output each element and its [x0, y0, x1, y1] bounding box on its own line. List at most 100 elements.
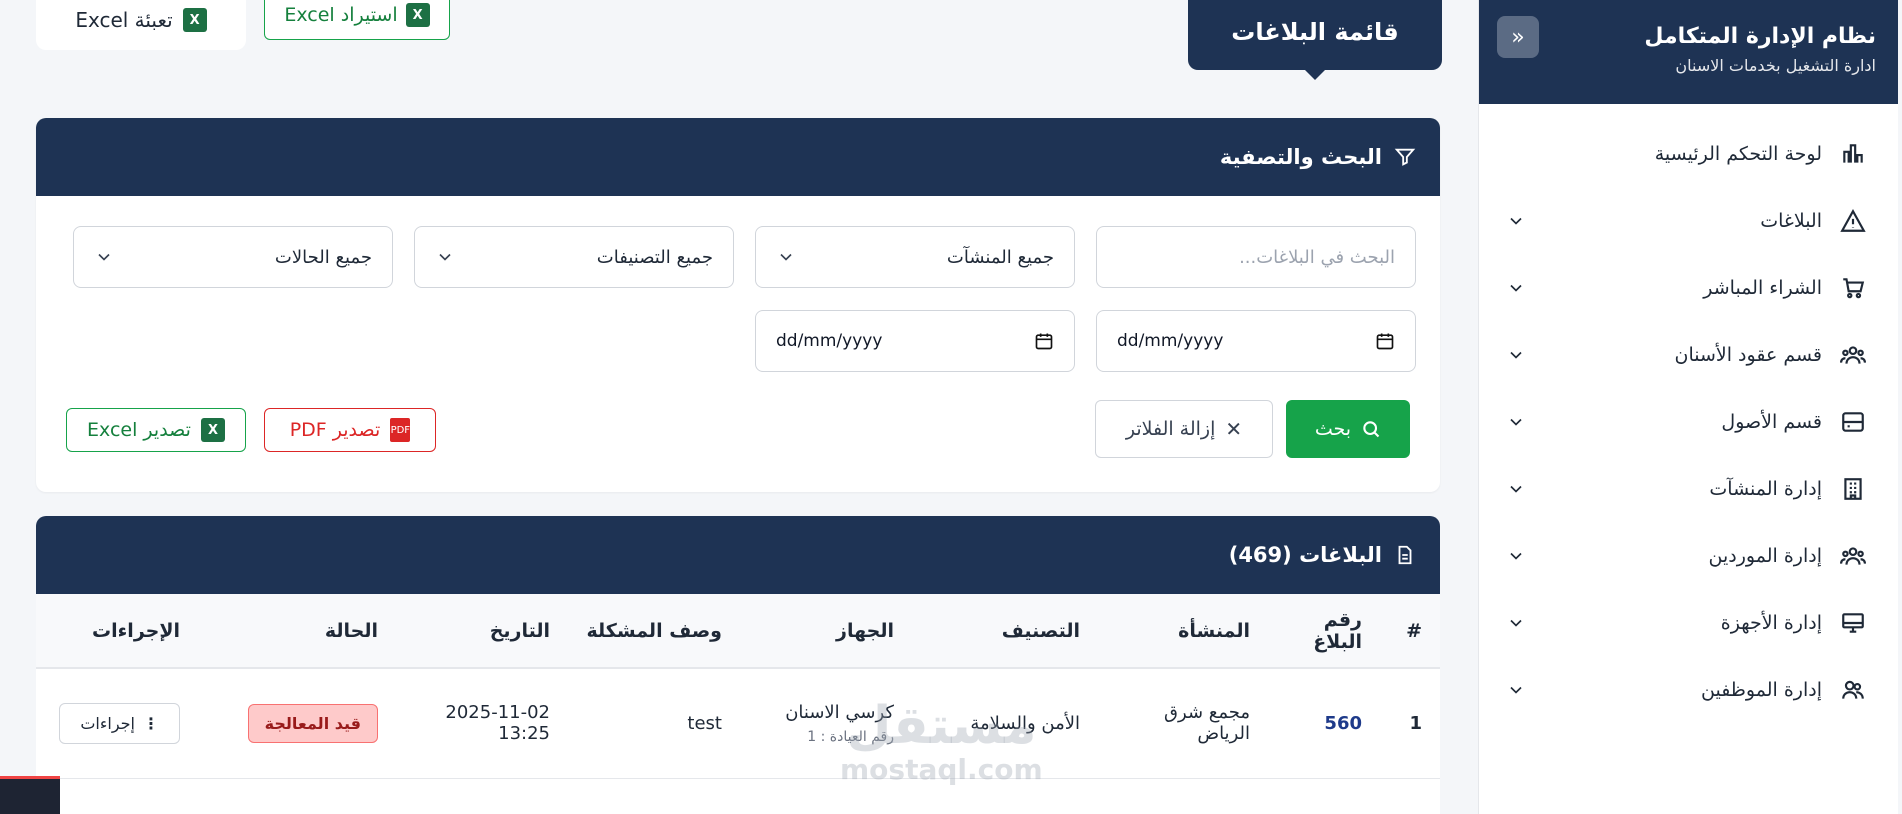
chevron-down-icon	[1501, 211, 1531, 231]
row-actions: ⋮ إجراءات	[36, 668, 198, 779]
sidebar-item-label: إدارة الموردين	[1708, 544, 1822, 567]
sidebar-item-label: لوحة التحكم الرئيسية	[1654, 142, 1822, 165]
facility-select-value: جميع المنشآت	[946, 246, 1054, 268]
excel-icon: X	[405, 3, 430, 27]
filter-card: البحث والتصفية البحث في البلاغات... جميع…	[36, 118, 1440, 492]
search-icon	[1363, 421, 1380, 438]
excel-icon: X	[182, 8, 207, 32]
chevron-down-icon	[98, 253, 110, 261]
cart-icon	[1838, 273, 1868, 303]
chevron-down-icon	[1501, 345, 1531, 365]
reports-table-card: البلاغات (469) # رقم البلاغ المنشأة التص…	[36, 516, 1440, 814]
monitor-icon	[1838, 608, 1868, 638]
col-actions: الإجراءات	[36, 594, 198, 669]
date-to-input[interactable]: dd/mm/yyyy	[755, 310, 1075, 372]
col-status: الحالة	[198, 594, 396, 669]
fill-excel-button[interactable]: X تعبئة Excel	[36, 0, 246, 50]
double-chevron-icon: «	[1511, 24, 1525, 50]
sidebar-item-facilities[interactable]: إدارة المنشآت	[1479, 455, 1898, 522]
status-badge: قيد المعالجة	[247, 703, 378, 743]
chevron-down-icon	[1501, 613, 1531, 633]
chevron-down-icon	[1501, 546, 1531, 566]
app-subtitle: ادارة التشغيل بخدمات الاسنان	[1675, 56, 1876, 75]
chevron-down-icon	[1501, 479, 1531, 499]
sidebar-item-assets[interactable]: قسم الأصول	[1479, 388, 1898, 455]
filter-icon	[1394, 148, 1416, 166]
sidebar-header: نظام الإدارة المتكامل ادارة التشغيل بخدم…	[1479, 0, 1898, 104]
search-button[interactable]: بحث	[1286, 400, 1410, 458]
sidebar-menu: لوحة التحكم الرئيسية البلاغات الشراء الم…	[1479, 104, 1898, 723]
fill-excel-label: تعبئة Excel	[75, 8, 173, 32]
sidebar-item-label: إدارة الأجهزة	[1720, 611, 1822, 634]
filter-heading: البحث والتصفية	[1219, 145, 1382, 169]
users-icon	[1838, 340, 1868, 370]
status-select-value: جميع الحالات	[274, 246, 372, 268]
excel-icon: X	[200, 418, 225, 442]
chevron-down-icon	[1501, 278, 1531, 298]
status-select[interactable]: جميع الحالات	[73, 226, 393, 288]
export-pdf-button[interactable]: PDF تصدير PDF	[264, 408, 436, 452]
table-row[interactable]: 1 560 مجمع شرق الرياض الأمن والسلامة كرس…	[36, 668, 1440, 779]
sidebar-item-label: الشراء المباشر	[1703, 276, 1822, 299]
import-excel-button[interactable]: X استيراد Excel	[264, 0, 450, 40]
row-facility: مجمع شرق الرياض	[1098, 668, 1268, 779]
col-device: الجهاز	[740, 594, 912, 669]
sidebar-item-devices[interactable]: إدارة الأجهزة	[1479, 589, 1898, 656]
export-pdf-label: تصدير PDF	[289, 419, 381, 441]
col-facility: المنشأة	[1098, 594, 1268, 669]
table-head-row: # رقم البلاغ المنشأة التصنيف الجهاز وصف …	[36, 594, 1440, 669]
filter-header: البحث والتصفية	[36, 118, 1440, 196]
actions-button[interactable]: ⋮ إجراءات	[59, 702, 180, 744]
row-description: test	[568, 668, 740, 779]
category-select[interactable]: جميع التصنيفات	[414, 226, 734, 288]
calendar-icon[interactable]	[1375, 331, 1395, 351]
users-icon	[1838, 541, 1868, 571]
sidebar-item-label: إدارة الموظفين	[1701, 678, 1822, 701]
export-excel-button[interactable]: X تصدير Excel	[66, 408, 246, 452]
page-title: قائمة البلاغات	[1188, 0, 1442, 80]
clear-filters-label: إزالة الفلاتر	[1125, 418, 1216, 440]
sidebar-item-suppliers[interactable]: إدارة الموردين	[1479, 522, 1898, 589]
debug-badge[interactable]	[0, 776, 60, 814]
user-group-icon	[1838, 675, 1868, 705]
facility-select[interactable]: جميع المنشآت	[755, 226, 1075, 288]
report-number-link[interactable]: 560	[1268, 668, 1380, 779]
sidebar-item-reports[interactable]: البلاغات	[1479, 187, 1898, 254]
sidebar-item-direct-purchase[interactable]: الشراء المباشر	[1479, 254, 1898, 321]
sidebar-item-employees[interactable]: إدارة الموظفين	[1479, 656, 1898, 723]
close-icon: ✕	[1225, 417, 1243, 441]
category-select-value: جميع التصنيفات	[596, 246, 713, 268]
reports-table: # رقم البلاغ المنشأة التصنيف الجهاز وصف …	[36, 594, 1440, 779]
export-excel-label: تصدير Excel	[87, 419, 191, 441]
sidebar-item-label: إدارة المنشآت	[1709, 477, 1822, 500]
document-icon	[1398, 545, 1412, 565]
chevron-down-icon	[1501, 680, 1531, 700]
search-button-label: بحث	[1314, 418, 1352, 440]
chevron-down-icon	[780, 253, 792, 261]
sidebar-item-label: قسم عقود الأسنان	[1674, 343, 1823, 366]
warning-icon	[1838, 206, 1868, 236]
sidebar-collapse-button[interactable]: «	[1497, 16, 1539, 58]
watermark: مستقل mostaql.com	[840, 700, 1043, 788]
watermark-latin: mostaql.com	[840, 753, 1043, 786]
chart-icon	[1838, 139, 1868, 169]
sidebar-item-dashboard[interactable]: لوحة التحكم الرئيسية	[1479, 120, 1898, 187]
table-header: البلاغات (469)	[36, 516, 1440, 594]
app-title: نظام الإدارة المتكامل	[1644, 24, 1876, 49]
sidebar: نظام الإدارة المتكامل ادارة التشغيل بخدم…	[1478, 0, 1898, 814]
date-from-input[interactable]: dd/mm/yyyy	[1096, 310, 1416, 372]
sidebar-item-dental-contracts[interactable]: قسم عقود الأسنان	[1479, 321, 1898, 388]
server-icon	[1838, 407, 1868, 437]
date-from-value: dd/mm/yyyy	[1117, 331, 1224, 351]
import-excel-label: استيراد Excel	[284, 4, 398, 26]
col-index: #	[1380, 594, 1440, 669]
search-input[interactable]: البحث في البلاغات...	[1096, 226, 1416, 288]
search-placeholder: البحث في البلاغات...	[1239, 246, 1395, 268]
calendar-icon[interactable]	[1034, 331, 1054, 351]
table-heading: البلاغات (469)	[1228, 543, 1382, 567]
col-date: التاريخ	[396, 594, 568, 669]
actions-label: إجراءات	[80, 713, 135, 733]
sidebar-item-label: البلاغات	[1760, 209, 1822, 232]
clear-filters-button[interactable]: ✕ إزالة الفلاتر	[1095, 400, 1273, 458]
sidebar-item-label: قسم الأصول	[1721, 410, 1822, 433]
